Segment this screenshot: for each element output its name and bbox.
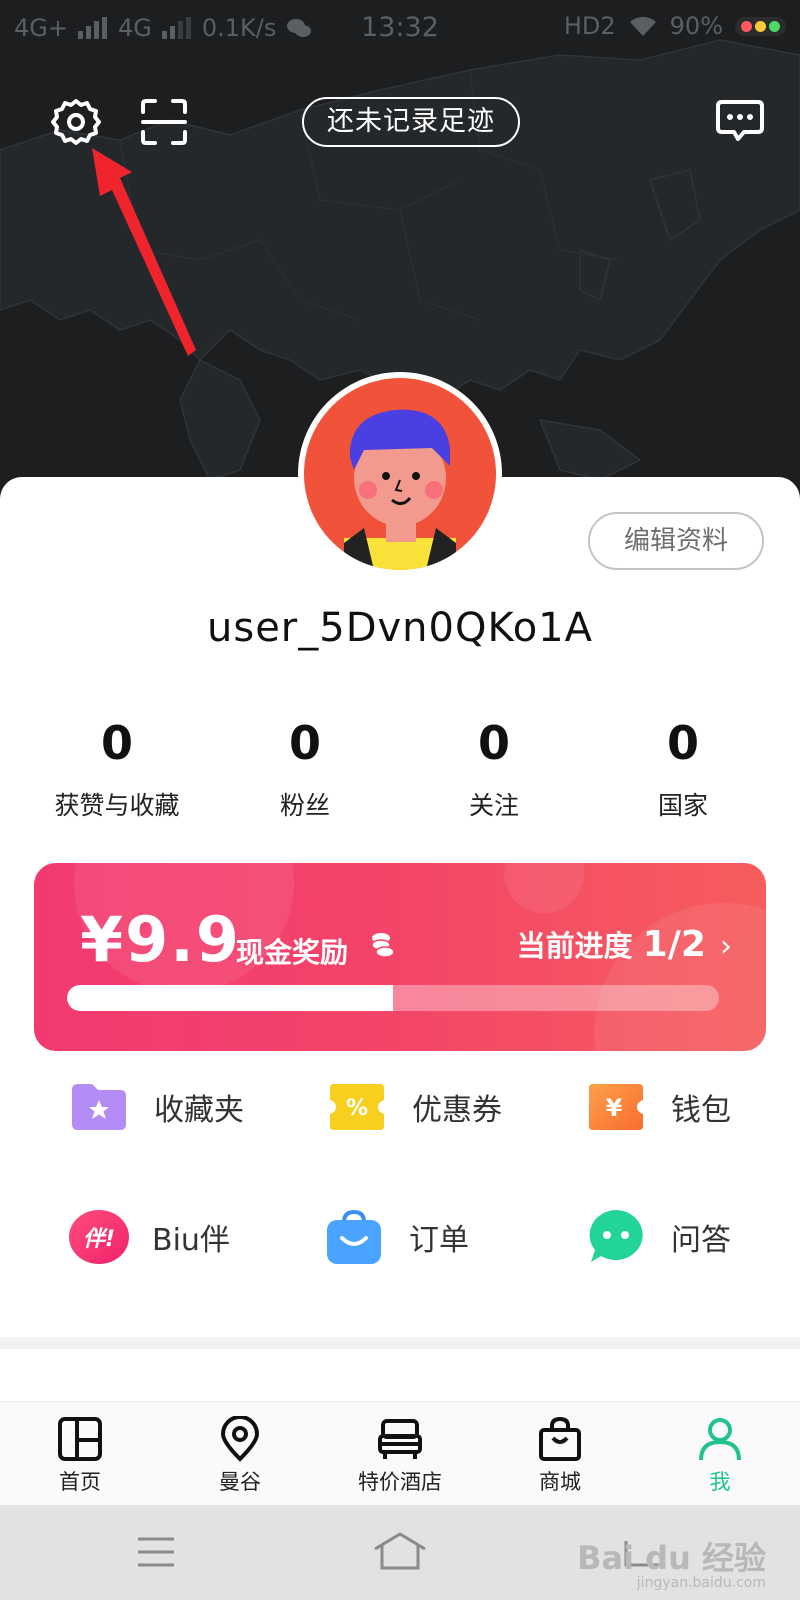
person-icon bbox=[699, 1418, 741, 1461]
tab-label: 曼谷 bbox=[219, 1470, 261, 1494]
cash-reward-label: 现金奖励 bbox=[236, 936, 349, 969]
watermark-sub: jingyan.baidu.com bbox=[636, 1575, 766, 1591]
feature-coupons[interactable]: % 优惠券 bbox=[328, 1075, 502, 1139]
status-bar: 4G+ 4G 0.1K/s 13:32 HD2 90% bbox=[0, 0, 800, 56]
message-icon[interactable] bbox=[716, 98, 768, 150]
feature-label: 优惠券 bbox=[412, 1093, 502, 1128]
menu-icon[interactable] bbox=[136, 1535, 176, 1569]
profile-card: 编辑资料 user_5Dvn0QKo1A 0 获赞与收藏 0 粉丝 0 关注 0… bbox=[0, 477, 800, 1337]
scan-icon[interactable] bbox=[138, 96, 190, 148]
svg-text:¥: ¥ bbox=[606, 1094, 623, 1122]
order-bag-icon bbox=[325, 1208, 383, 1266]
tab-me[interactable]: 我 bbox=[640, 1416, 800, 1496]
hd-indicator: HD2 bbox=[563, 12, 616, 40]
location-pin-icon bbox=[220, 1416, 260, 1462]
chat-bubble-icon bbox=[587, 1208, 645, 1266]
chevron-right-icon: › bbox=[720, 929, 732, 964]
stat-likes[interactable]: 0 获赞与收藏 bbox=[17, 714, 217, 822]
stat-value: 0 bbox=[477, 716, 510, 770]
stat-label: 国家 bbox=[657, 791, 708, 820]
shopping-bag-icon bbox=[539, 1416, 581, 1461]
home-grid-icon bbox=[58, 1417, 102, 1461]
coins-icon bbox=[371, 933, 395, 958]
tab-bangkok[interactable]: 曼谷 bbox=[160, 1416, 320, 1496]
feature-qa[interactable]: 问答 bbox=[587, 1205, 731, 1269]
cash-reward-banner[interactable]: ¥9.9 现金奖励 当前进度 1/2 › bbox=[34, 863, 766, 1051]
tab-label: 商城 bbox=[539, 1470, 581, 1494]
wallet-icon: ¥ bbox=[587, 1078, 645, 1136]
home-icon[interactable] bbox=[372, 1531, 428, 1571]
bottom-tab-bar: 首页 曼谷 特价酒店 商城 我 bbox=[0, 1401, 800, 1505]
section-divider bbox=[0, 1337, 800, 1349]
progress-bar bbox=[67, 985, 719, 1011]
watermark-main: Bai du 经验 bbox=[577, 1539, 766, 1577]
stat-label: 关注 bbox=[468, 791, 519, 820]
system-nav-bar: Bai du 经验 jingyan.baidu.com bbox=[0, 1505, 800, 1600]
profile-stats: 0 获赞与收藏 0 粉丝 0 关注 0 国家 bbox=[0, 714, 800, 820]
stat-label: 获赞与收藏 bbox=[54, 791, 180, 820]
feature-label: 订单 bbox=[409, 1223, 469, 1258]
biu-icon: 伴! bbox=[68, 1208, 129, 1266]
reward-amount: ¥9.9 bbox=[80, 903, 241, 976]
hotel-bed-icon bbox=[378, 1419, 422, 1459]
tab-label: 特价酒店 bbox=[358, 1470, 442, 1494]
progress-label: 当前进度 bbox=[516, 929, 633, 963]
progress-info: 当前进度 1/2 › bbox=[517, 923, 732, 965]
stat-fans[interactable]: 0 粉丝 bbox=[205, 714, 405, 822]
stat-value: 0 bbox=[288, 716, 321, 770]
stat-countries[interactable]: 0 国家 bbox=[583, 714, 783, 822]
feature-orders[interactable]: 订单 bbox=[325, 1205, 469, 1269]
feature-label: Biu伴 bbox=[152, 1223, 230, 1258]
tab-mall[interactable]: 商城 bbox=[480, 1416, 640, 1496]
progress-value: 1/2 bbox=[642, 924, 706, 965]
baidu-watermark: Bai du 经验 jingyan.baidu.com bbox=[577, 1533, 766, 1591]
stat-value: 0 bbox=[100, 716, 133, 770]
svg-text:伴!: 伴! bbox=[83, 1227, 115, 1252]
folder-star-icon bbox=[70, 1078, 128, 1136]
edit-profile-button[interactable]: 编辑资料 bbox=[588, 512, 764, 570]
feature-label: 钱包 bbox=[671, 1093, 731, 1128]
progress-bar-fill bbox=[67, 985, 393, 1011]
feature-favorites[interactable]: 收藏夹 bbox=[70, 1075, 244, 1139]
stat-label: 粉丝 bbox=[279, 791, 330, 820]
feature-wallet[interactable]: ¥ 钱包 bbox=[587, 1075, 731, 1139]
tab-home[interactable]: 首页 bbox=[0, 1416, 160, 1496]
battery-level: 90% bbox=[669, 12, 723, 40]
tab-hotels[interactable]: 特价酒店 bbox=[320, 1416, 480, 1496]
feature-label: 收藏夹 bbox=[154, 1093, 244, 1128]
svg-text:%: % bbox=[346, 1096, 368, 1121]
feature-label: 问答 bbox=[671, 1223, 731, 1258]
stat-following[interactable]: 0 关注 bbox=[394, 714, 594, 822]
window-dots-icon bbox=[735, 16, 786, 36]
tab-label: 首页 bbox=[59, 1470, 101, 1494]
tab-label: 我 bbox=[709, 1470, 731, 1494]
stat-value: 0 bbox=[666, 716, 699, 770]
feature-biu[interactable]: 伴! Biu伴 bbox=[68, 1205, 230, 1269]
avatar[interactable] bbox=[298, 372, 502, 576]
content-strip bbox=[0, 1349, 800, 1401]
wifi-icon bbox=[629, 16, 656, 36]
coupon-icon: % bbox=[328, 1078, 386, 1136]
footprint-button[interactable]: 还未记录足迹 bbox=[302, 97, 520, 147]
username: user_5Dvn0QKo1A bbox=[207, 605, 593, 651]
settings-icon[interactable] bbox=[50, 96, 102, 148]
